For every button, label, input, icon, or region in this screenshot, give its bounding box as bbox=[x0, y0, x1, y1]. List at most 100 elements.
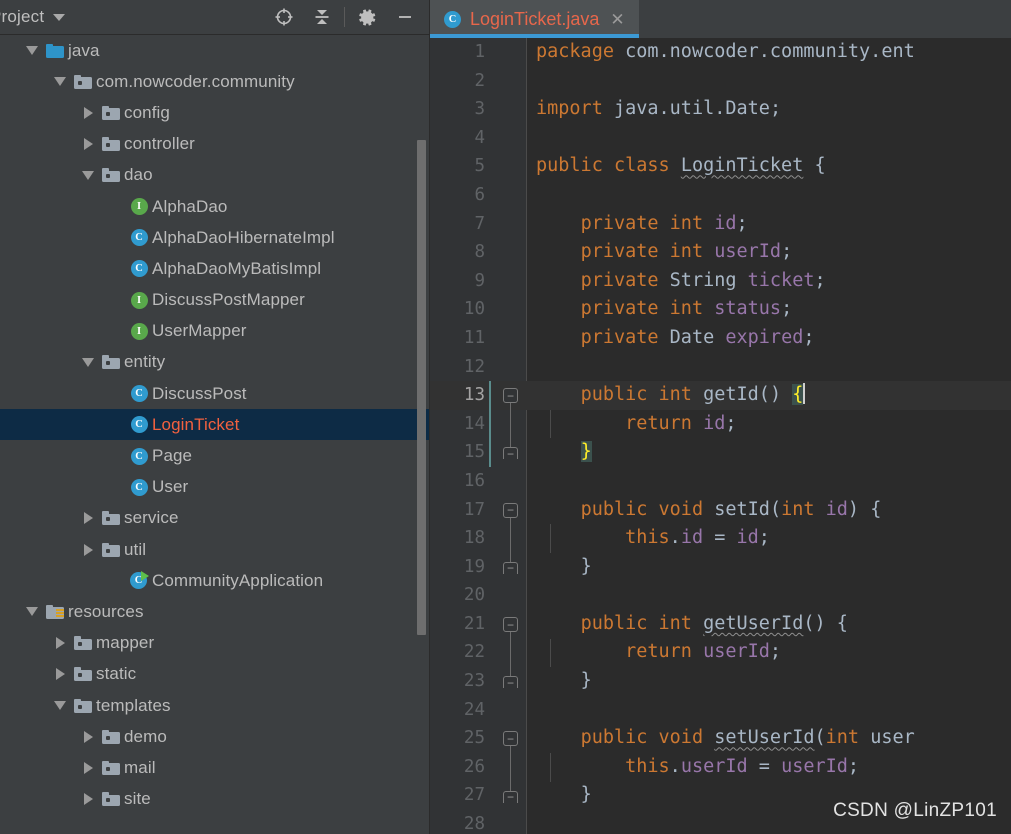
code-lines[interactable]: 1 package com.nowcoder.community.ent 2 3 imp… bbox=[430, 38, 1011, 834]
chevron-right-icon[interactable] bbox=[78, 106, 98, 119]
tree-item-label: AlphaDaoHibernateImpl bbox=[152, 227, 335, 247]
code-line[interactable]: 9 private String ticket; bbox=[430, 267, 1011, 296]
tree-item-templates[interactable]: templates bbox=[0, 690, 430, 721]
tree-item-label: DiscussPost bbox=[152, 383, 247, 403]
chevron-right-icon[interactable] bbox=[78, 543, 98, 556]
code-text: } bbox=[580, 441, 592, 463]
code-line[interactable]: 12 bbox=[430, 353, 1011, 382]
code-text: public void setUserId(int user bbox=[580, 727, 915, 749]
fold-end-icon[interactable]: − bbox=[503, 447, 518, 461]
tree-item-java[interactable]: java bbox=[0, 35, 430, 66]
tree-item-usermapper[interactable]: I UserMapper bbox=[0, 316, 430, 347]
code-line[interactable]: 8 private int userId; bbox=[430, 238, 1011, 267]
fold-end-icon[interactable]: − bbox=[503, 790, 518, 804]
tree-item-discusspostmapper[interactable]: I DiscussPostMapper bbox=[0, 285, 430, 316]
code-line[interactable]: 5 public class LoginTicket { bbox=[430, 152, 1011, 181]
chevron-right-icon[interactable] bbox=[78, 512, 98, 525]
fold-collapse-icon[interactable]: − bbox=[503, 388, 518, 404]
indent-guide bbox=[550, 409, 551, 439]
chevron-down-icon[interactable] bbox=[22, 607, 42, 617]
tree-item-entity[interactable]: entity bbox=[0, 347, 430, 378]
chevron-right-icon[interactable] bbox=[78, 761, 98, 774]
chevron-right-icon[interactable] bbox=[78, 730, 98, 743]
minimize-icon[interactable] bbox=[386, 0, 424, 34]
tree-item-resources[interactable]: resources bbox=[0, 596, 430, 627]
tree-item-com-nowcoder-community[interactable]: com.nowcoder.community bbox=[0, 66, 430, 97]
tree-item-alphadaomybatisimpl[interactable]: C AlphaDaoMyBatisImpl bbox=[0, 253, 430, 284]
tree-item-user[interactable]: C User bbox=[0, 472, 430, 503]
code-line[interactable]: 14 return id; bbox=[430, 410, 1011, 439]
chevron-down-icon[interactable] bbox=[78, 170, 98, 180]
code-line[interactable]: 20 bbox=[430, 581, 1011, 610]
fold-collapse-icon[interactable]: − bbox=[503, 731, 518, 747]
project-tree-scrollbar[interactable] bbox=[417, 140, 426, 635]
code-line[interactable]: 16 bbox=[430, 467, 1011, 496]
chevron-down-icon[interactable] bbox=[78, 357, 98, 367]
tree-item-util[interactable]: util bbox=[0, 534, 430, 565]
line-number: 7 bbox=[474, 213, 485, 234]
tree-item-controller[interactable]: controller bbox=[0, 129, 430, 160]
code-text: } bbox=[580, 670, 592, 692]
code-line[interactable]: 18 this.id = id; bbox=[430, 524, 1011, 553]
code-line[interactable]: 3 import java.util.Date; bbox=[430, 95, 1011, 124]
line-number: 21 bbox=[463, 613, 485, 634]
tree-item-label: templates bbox=[96, 695, 171, 715]
project-tree[interactable]: java com.nowcoder.community config controll… bbox=[0, 35, 430, 834]
tree-item-demo[interactable]: demo bbox=[0, 721, 430, 752]
tree-item-discusspost[interactable]: C DiscussPost bbox=[0, 378, 430, 409]
line-number: 24 bbox=[463, 699, 485, 720]
chevron-right-icon[interactable] bbox=[50, 637, 70, 650]
code-line[interactable]: 2 bbox=[430, 67, 1011, 96]
chevron-down-icon[interactable] bbox=[22, 46, 42, 56]
chevron-down-icon[interactable] bbox=[53, 13, 66, 21]
chevron-right-icon[interactable] bbox=[78, 793, 98, 806]
chevron-down-icon[interactable] bbox=[50, 77, 70, 87]
gear-icon[interactable] bbox=[348, 0, 386, 34]
code-line[interactable]: 10 private int status; bbox=[430, 295, 1011, 324]
code-line[interactable]: 22 return userId; bbox=[430, 638, 1011, 667]
tree-item-mail[interactable]: mail bbox=[0, 752, 430, 783]
tree-item-loginticket[interactable]: C LoginTicket bbox=[0, 409, 430, 441]
close-icon[interactable]: ✕ bbox=[608, 11, 626, 28]
project-selector[interactable]: Project bbox=[0, 7, 66, 27]
tree-item-site[interactable]: site bbox=[0, 784, 430, 815]
project-panel-toolbar bbox=[265, 0, 430, 34]
code-line[interactable]: 6 bbox=[430, 181, 1011, 210]
chevron-right-icon[interactable] bbox=[78, 138, 98, 151]
code-text: public class LoginTicket { bbox=[536, 155, 826, 177]
line-number: 22 bbox=[463, 642, 485, 663]
tree-item-label: mapper bbox=[96, 633, 155, 653]
tab-loginticket-java[interactable]: C LoginTicket.java ✕ bbox=[430, 0, 639, 38]
chevron-right-icon[interactable] bbox=[50, 668, 70, 681]
tree-item-dao[interactable]: dao bbox=[0, 160, 430, 191]
code-line[interactable]: 24 bbox=[430, 696, 1011, 725]
package-folder-icon bbox=[98, 168, 124, 183]
fold-collapse-icon[interactable]: − bbox=[503, 502, 518, 518]
fold-end-icon[interactable]: − bbox=[503, 676, 518, 690]
line-number: 11 bbox=[463, 327, 485, 348]
code-line[interactable]: 26 this.userId = userId; bbox=[430, 753, 1011, 782]
locate-icon[interactable] bbox=[265, 0, 303, 34]
code-line[interactable]: 1 package com.nowcoder.community.ent bbox=[430, 38, 1011, 67]
chevron-down-icon[interactable] bbox=[50, 701, 70, 711]
fold-end-icon[interactable]: − bbox=[503, 561, 518, 575]
tree-item-alphadaohibernateimpl[interactable]: C AlphaDaoHibernateImpl bbox=[0, 222, 430, 253]
tree-item-service[interactable]: service bbox=[0, 503, 430, 534]
class-icon: C bbox=[126, 229, 152, 247]
tree-item-alphadao[interactable]: I AlphaDao bbox=[0, 191, 430, 222]
fold-collapse-icon[interactable]: − bbox=[503, 617, 518, 632]
tree-item-mapper[interactable]: mapper bbox=[0, 628, 430, 659]
code-line[interactable]: 7 private int id; bbox=[430, 210, 1011, 239]
interface-icon: I bbox=[126, 322, 152, 340]
tree-item-page[interactable]: C Page bbox=[0, 440, 430, 471]
code-editor[interactable]: 1 package com.nowcoder.community.ent 2 3 imp… bbox=[430, 38, 1011, 834]
tree-item-static[interactable]: static bbox=[0, 659, 430, 690]
collapse-all-icon[interactable] bbox=[303, 0, 341, 34]
line-number: 4 bbox=[474, 127, 485, 148]
tree-item-communityapplication[interactable]: C CommunityApplication bbox=[0, 565, 430, 596]
line-number: 2 bbox=[474, 70, 485, 91]
code-line[interactable]: 4 bbox=[430, 124, 1011, 153]
tree-item-config[interactable]: config bbox=[0, 97, 430, 128]
code-line[interactable]: 11 private Date expired; bbox=[430, 324, 1011, 353]
vcs-change-marker[interactable] bbox=[489, 381, 491, 467]
